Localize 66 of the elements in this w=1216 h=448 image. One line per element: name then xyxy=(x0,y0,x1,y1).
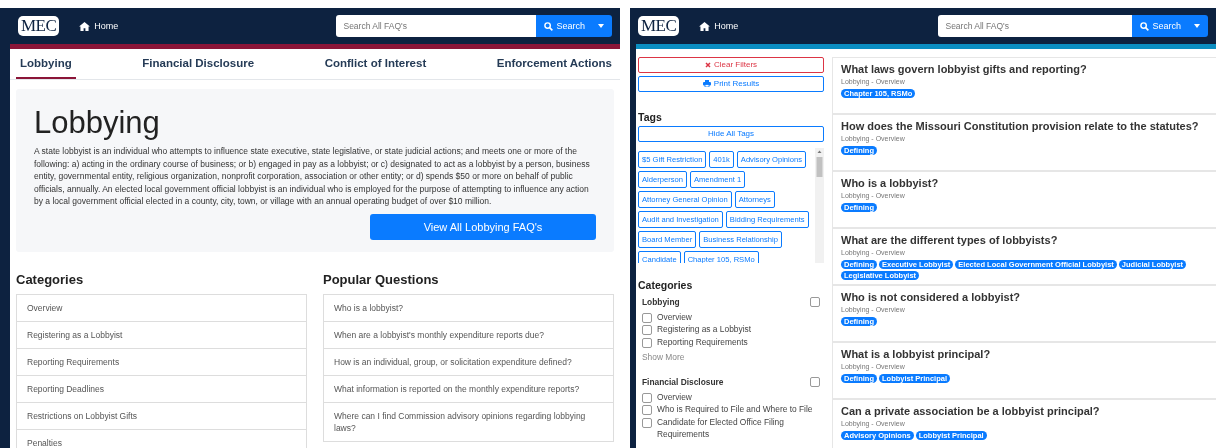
search-icon xyxy=(544,21,554,31)
checkbox[interactable] xyxy=(642,337,652,348)
question-link[interactable]: Who is a lobbyist? xyxy=(323,293,614,322)
checkbox-label[interactable]: Candidate for Elected Office Filing Requirements xyxy=(657,415,820,441)
checkbox[interactable] xyxy=(642,417,652,428)
question-title[interactable]: How does the Missouri Constitution provision relate to the statutes? xyxy=(841,120,1208,132)
question-title[interactable]: What laws govern lobbyist gifts and reporting? xyxy=(841,63,1208,75)
categories-heading: Categories xyxy=(638,278,694,291)
checkbox-label[interactable]: Overview xyxy=(657,310,692,324)
tab[interactable]: Lobbying xyxy=(16,49,76,79)
group-heading: Financial Disclosure xyxy=(642,377,724,388)
home-link[interactable]: Home xyxy=(699,21,739,31)
checkbox[interactable] xyxy=(642,393,652,404)
question-link[interactable]: How is an individual, group, or solicitation expenditure defined? xyxy=(323,347,614,376)
checkbox-label[interactable]: Overview xyxy=(657,391,692,404)
close-icon xyxy=(704,61,711,68)
question-title[interactable]: What are the different types of lobbyists? xyxy=(841,234,1208,246)
tab[interactable]: Enforcement Actions xyxy=(492,49,616,79)
show-more-link[interactable]: Show More xyxy=(638,348,824,375)
section-heading: Categories xyxy=(16,271,85,287)
caret-icon xyxy=(1194,24,1200,28)
description-text: A state lobbyist is an individual who attempts to influence state executive, state legislative, or state judicial actions; and meets one or more of the following: a) acting in the ordinary course of business; or b) engaged in pay as a lobbyist; or c) designated to act as a lobbyist by a person, business entity, governmental entity, religious organization, nonprofit corporation, association or other entity; or d) spends $50 or more on behalf of public officials, annually. An elected local government official lobbyist is an individual who is employed for the purpose of attempting to influence any action by a local government official elected in a county, city, town, or village with an annual operating budget of over $10 million. xyxy=(34,145,591,208)
checkbox[interactable] xyxy=(810,296,820,307)
tab[interactable]: Conflict of Interest xyxy=(320,49,431,79)
section-heading: Popular Questions xyxy=(323,271,440,287)
checkbox[interactable] xyxy=(810,377,820,388)
search-button[interactable]: Search xyxy=(536,15,612,37)
home-icon xyxy=(79,21,91,31)
page-title: Lobbying xyxy=(34,105,161,141)
question-title[interactable]: Who is not considered a lobbyist? xyxy=(841,291,1208,303)
category-item[interactable]: Overview xyxy=(16,293,307,322)
search-icon xyxy=(1140,21,1150,31)
printer-icon xyxy=(702,80,711,88)
hide-tags-button[interactable]: Hide All Tags xyxy=(638,125,824,142)
print-button[interactable]: Print Results xyxy=(638,75,824,92)
search-field[interactable]: Search All FAQ's xyxy=(938,15,1133,37)
question-title[interactable]: Who is a lobbyist? xyxy=(841,177,1208,189)
scrollbar[interactable] xyxy=(815,147,824,263)
category-item[interactable]: Restrictions on Lobbyist Gifts xyxy=(16,401,307,430)
checkbox-label[interactable]: Reporting Requirements xyxy=(657,335,748,349)
category-item[interactable]: Penalties xyxy=(16,428,307,448)
logo[interactable]: MEC xyxy=(638,16,680,36)
checkbox-label[interactable]: Who is Required to File and Where to File xyxy=(657,403,813,416)
category-item[interactable]: Reporting Requirements xyxy=(16,347,307,376)
clear-filters-button[interactable]: Clear Filters xyxy=(638,57,824,73)
tab[interactable]: Financial Disclosure xyxy=(138,49,259,79)
category-item[interactable]: Registering as a Lobbyist xyxy=(16,320,307,349)
view-all-button[interactable]: View All Lobbying FAQ's xyxy=(370,213,596,240)
home-link[interactable]: Home xyxy=(79,21,119,31)
checkbox[interactable] xyxy=(642,325,652,336)
question-link[interactable]: When are a lobbyist's monthly expenditure reports due? xyxy=(323,320,614,349)
search-button[interactable]: Search xyxy=(1132,15,1208,37)
group-heading: Lobbying xyxy=(642,296,680,307)
category-item[interactable]: Reporting Deadlines xyxy=(16,374,307,403)
tags-heading: Tags xyxy=(638,110,663,123)
question-link[interactable]: Where can I find Commission advisory opinions regarding lobbying laws? xyxy=(323,401,614,442)
checkbox-label[interactable]: Registering as a Lobbyist xyxy=(657,323,752,336)
home-icon xyxy=(699,21,711,31)
logo[interactable]: MEC xyxy=(18,16,60,36)
checkbox[interactable] xyxy=(642,405,652,416)
question-title[interactable]: Can a private association be a lobbyist principal? xyxy=(841,405,1208,417)
question-title[interactable]: What is a lobbyist principal? xyxy=(841,348,1208,360)
search-field[interactable]: Search All FAQ's xyxy=(336,15,537,37)
question-link[interactable]: What information is reported on the monthly expenditure reports? xyxy=(323,374,614,403)
checkbox[interactable] xyxy=(642,312,652,323)
caret-icon xyxy=(598,24,604,28)
